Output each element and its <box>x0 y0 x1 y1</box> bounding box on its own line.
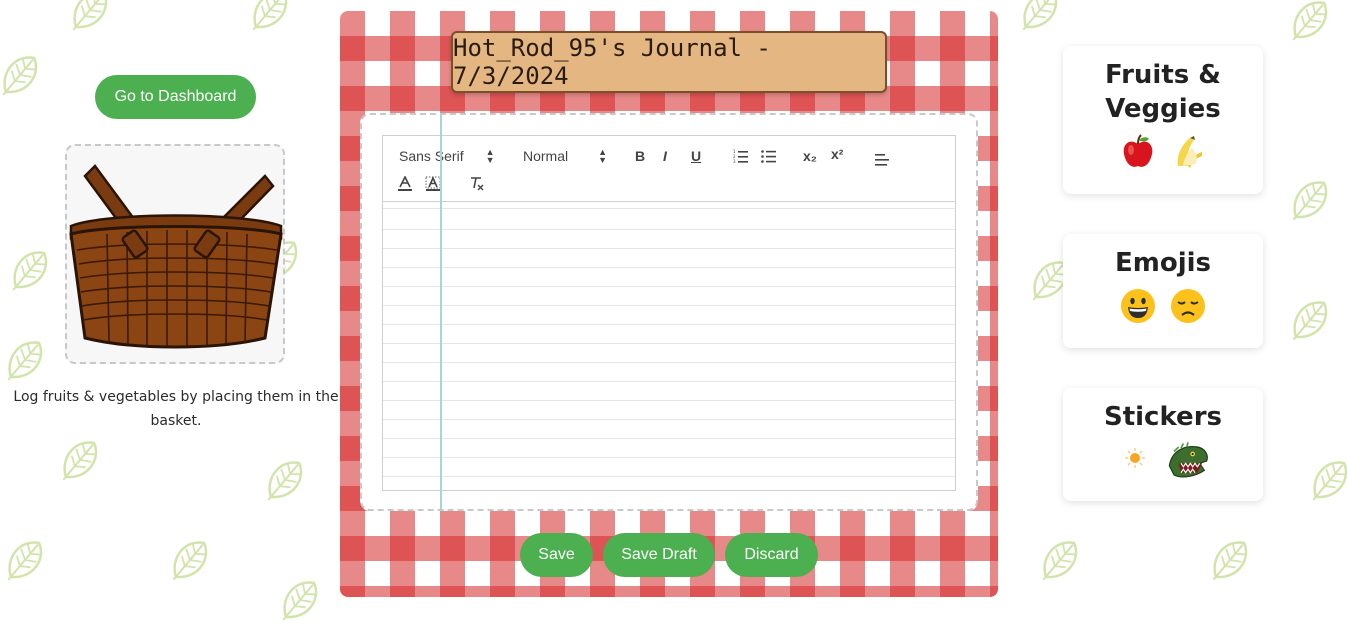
background-color-icon <box>425 176 441 191</box>
journal-paper: Sans Serif ▲ ▼ Normal ▲ ▼ B I U 1 2 3 x₂… <box>360 113 978 511</box>
discard-button[interactable]: Discard <box>725 533 818 577</box>
font-size-select[interactable]: Normal ▲ ▼ <box>523 147 617 165</box>
select-arrows-icon: ▲ ▼ <box>598 147 608 165</box>
underline-icon: U <box>691 148 702 164</box>
align-button[interactable] <box>875 152 891 166</box>
fruits-veggies-title: Fruits & Veggies <box>1063 58 1263 126</box>
rich-text-editor: Sans Serif ▲ ▼ Normal ▲ ▼ B I U 1 2 3 x₂… <box>382 135 956 491</box>
grinning-face-icon[interactable] <box>1120 288 1156 324</box>
select-arrows-icon: ▲ ▼ <box>485 147 495 165</box>
go-to-dashboard-button[interactable]: Go to Dashboard <box>95 75 256 119</box>
text-color-icon <box>398 176 412 191</box>
stickers-title: Stickers <box>1103 402 1222 432</box>
emojis-panel: Emojis <box>1063 234 1263 348</box>
fruits-veggies-title-line1: Fruits & <box>1105 60 1221 90</box>
fruits-veggies-panel: Fruits & Veggies <box>1063 46 1263 194</box>
superscript-button[interactable]: x² <box>831 146 843 162</box>
picnic-basket-icon <box>69 164 283 349</box>
editor-text-area[interactable] <box>383 203 955 490</box>
basket-drop-zone[interactable] <box>65 144 285 364</box>
banana-icon[interactable] <box>1170 134 1206 170</box>
editor-toolbar: Sans Serif ▲ ▼ Normal ▲ ▼ B I U 1 2 3 x₂… <box>383 136 955 202</box>
disappointed-face-icon[interactable] <box>1170 288 1206 324</box>
basket-instructions: Log fruits & vegetables by placing them … <box>13 389 339 429</box>
bold-icon: B <box>635 148 646 164</box>
sun-sticker-icon[interactable] <box>1117 440 1153 476</box>
text-color-button[interactable] <box>397 176 413 192</box>
subscript-icon: x₂ <box>803 148 818 164</box>
stickers-panel: Stickers <box>1063 388 1263 501</box>
journal-title: Hot_Rod_95's Journal - 7/3/2024 <box>451 31 887 93</box>
underline-button[interactable]: U <box>691 148 701 164</box>
dinosaur-sticker-icon[interactable] <box>1167 440 1209 482</box>
subscript-button[interactable]: x₂ <box>803 148 817 164</box>
bullet-list-icon <box>761 150 776 163</box>
paper-margin-line <box>440 113 442 511</box>
italic-icon: I <box>663 148 667 164</box>
bullet-list-button[interactable] <box>761 149 777 163</box>
font-size-select-value: Normal <box>523 148 569 164</box>
left-column: Go to Dashboard Log fruits & vegetables … <box>0 0 352 637</box>
background-color-button[interactable] <box>425 176 441 192</box>
fruits-veggies-title-line2: Veggies <box>1105 94 1221 124</box>
save-draft-button[interactable]: Save Draft <box>603 533 715 577</box>
font-family-select[interactable]: Sans Serif ▲ ▼ <box>399 147 511 165</box>
ordered-list-icon: 1 2 3 <box>733 149 748 163</box>
clear-formatting-button[interactable] <box>469 176 485 192</box>
clear-formatting-icon <box>471 177 484 191</box>
emojis-title: Emojis <box>1114 248 1211 278</box>
ordered-list-button[interactable]: 1 2 3 <box>733 149 749 163</box>
superscript-icon: x² <box>831 146 844 162</box>
fruits-veggies-items <box>1063 134 1263 170</box>
apple-icon[interactable] <box>1120 134 1156 170</box>
emojis-items <box>1063 288 1263 324</box>
stickers-items <box>1063 440 1263 482</box>
font-family-select-value: Sans Serif <box>399 148 464 164</box>
bold-button[interactable]: B <box>635 148 645 164</box>
save-button[interactable]: Save <box>520 533 593 577</box>
align-left-icon <box>875 154 889 166</box>
italic-button[interactable]: I <box>663 148 667 164</box>
svg-text:3: 3 <box>733 159 736 163</box>
journal-panel: Hot_Rod_95's Journal - 7/3/2024 Sans Ser… <box>340 11 998 597</box>
